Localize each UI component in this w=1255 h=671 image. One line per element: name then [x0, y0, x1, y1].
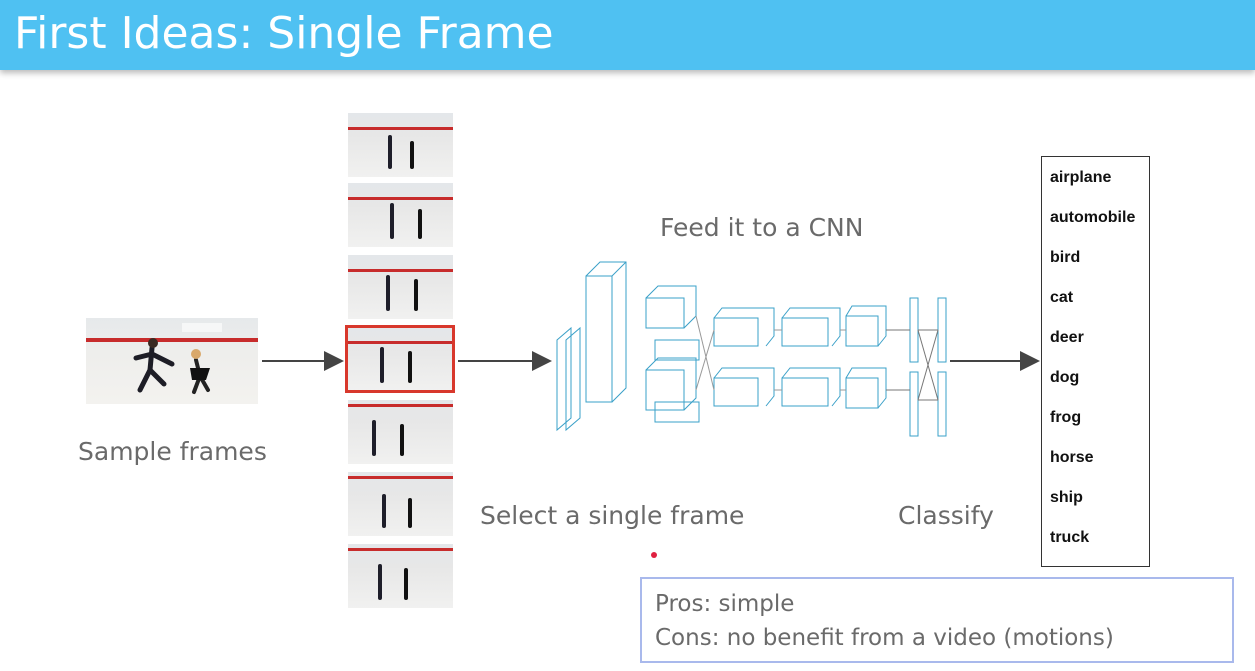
- class-label: truck: [1050, 529, 1090, 546]
- class-label: cat: [1050, 289, 1074, 306]
- class-label: horse: [1050, 449, 1094, 466]
- class-label: ship: [1050, 489, 1083, 506]
- class-label: dog: [1050, 369, 1080, 386]
- caption-feed-cnn: Feed it to a CNN: [660, 213, 864, 242]
- class-label: deer: [1050, 329, 1084, 346]
- cons-text: Cons: no benefit from a video (motions): [655, 625, 1114, 651]
- caption-classify: Classify: [898, 501, 994, 530]
- caption-sample-frames: Sample frames: [78, 437, 267, 466]
- class-label: automobile: [1050, 209, 1136, 226]
- class-label: bird: [1050, 249, 1081, 266]
- pointer-dot: [651, 552, 657, 558]
- caption-select-frame: Select a single frame: [480, 501, 745, 530]
- pros-cons-box: Pros: simple Cons: no benefit from a vid…: [640, 577, 1234, 663]
- pros-text: Pros: simple: [655, 591, 795, 617]
- class-label: frog: [1050, 409, 1082, 426]
- cnn-architecture: [556, 261, 947, 437]
- class-list: airplane automobile bird cat deer dog fr…: [1041, 156, 1150, 567]
- class-label: airplane: [1050, 169, 1112, 186]
